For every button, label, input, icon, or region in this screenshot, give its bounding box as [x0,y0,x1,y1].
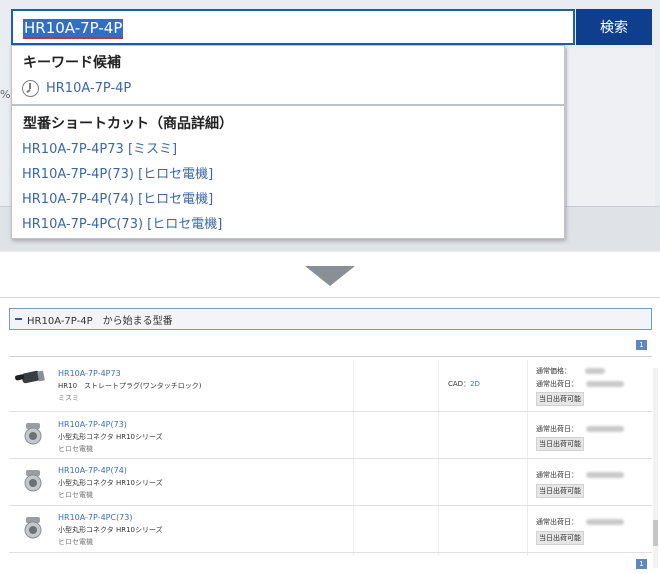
product-thumbnail [24,517,42,539]
product-thumbnail [24,470,42,492]
price-value-blurred [585,368,605,374]
cad-label: CAD： [448,380,471,388]
ship-date-label: 通常出荷日： [536,471,578,479]
results-panel: HR10A-7P-4P から始まる型番 1 HR10A-7P-4P73 HR10… [0,297,660,574]
dropdown-divider [12,104,564,106]
arrow-down-icon [305,266,355,286]
part-description: 小型丸形コネクタ HR10シリーズ [58,526,163,534]
brand-name: ヒロセ電機 [58,491,93,499]
cad-info: CAD：2D [448,379,480,389]
shortcut-item[interactable]: HR10A-7P-4P(74) [ヒロセ電機] [22,188,213,207]
price-label: 通常価格： [536,367,571,375]
shortcut-heading: 型番ショートカット（商品詳細） [23,116,233,132]
cad-value-link[interactable]: 2D [470,380,480,388]
ship-date-label: 通常出荷日： [536,380,578,388]
ship-date-value-blurred [586,472,624,478]
ship-date-value-blurred [586,426,624,432]
product-thumbnail [15,370,45,384]
search-button[interactable]: 検索 [576,9,652,45]
product-thumbnail [24,423,42,445]
part-number-link[interactable]: HR10A-7P-4P(73) [58,420,127,429]
same-day-badge: 当日出荷可能 [536,531,584,545]
brand-name: ヒロセ電機 [58,445,93,453]
collapse-icon[interactable] [15,318,22,320]
suggestion-dropdown: キーワード候補 HR10A-7P-4P 型番ショートカット（商品詳細） HR10… [11,45,565,239]
part-number-link[interactable]: HR10A-7P-4P(74) [58,466,127,475]
part-description: 小型丸形コネクタ HR10シリーズ [58,433,163,441]
ship-date-value-blurred [586,381,624,387]
row-divider [9,458,652,459]
part-description: 小型丸形コネクタ HR10シリーズ [58,479,163,487]
pagination-top[interactable]: 1 [636,340,647,350]
part-number-link[interactable]: HR10A-7P-4P73 [58,369,121,378]
history-suggestion-label[interactable]: HR10A-7P-4P [46,81,131,96]
search-input-value: HR10A-7P-4P [23,19,124,39]
clock-icon [22,80,39,97]
search-input[interactable]: HR10A-7P-4P [11,9,575,45]
keyword-suggestions-heading: キーワード候補 [23,55,121,71]
same-day-badge: 当日出荷可能 [536,484,584,498]
brand-name: ヒロセ電機 [58,538,93,546]
autocomplete-panel: %6 HR10A-7P-4P 検索 キーワード候補 HR10A-7P-4P 型番… [0,0,660,252]
row-divider [9,552,652,553]
results-header-title: HR10A-7P-4P から始まる型番 [27,316,173,327]
shortcut-item[interactable]: HR10A-7P-4P73 [ミスミ] [22,138,177,157]
same-day-badge: 当日出荷可能 [536,392,584,406]
shortcut-item[interactable]: HR10A-7P-4P(73) [ヒロセ電機] [22,163,213,182]
row-divider [9,356,652,357]
shortcut-item[interactable]: HR10A-7P-4PC(73) [ヒロセ電機] [22,213,222,232]
same-day-badge: 当日出荷可能 [536,437,584,451]
ship-date-value-blurred [586,519,624,525]
brand-name: ミスミ [58,394,79,402]
scrollbar-thumb[interactable] [653,520,658,546]
results-header[interactable]: HR10A-7P-4P から始まる型番 [9,308,652,330]
ship-date-label: 通常出荷日： [536,518,578,526]
pagination-bottom[interactable]: 1 [636,559,647,569]
row-divider [9,411,652,412]
row-divider [9,505,652,506]
ship-date-label: 通常出荷日： [536,425,578,433]
part-number-link[interactable]: HR10A-7P-4PC(73) [58,513,132,522]
part-description: HR10 ストレートプラグ(ワンタッチロック) [58,382,202,390]
